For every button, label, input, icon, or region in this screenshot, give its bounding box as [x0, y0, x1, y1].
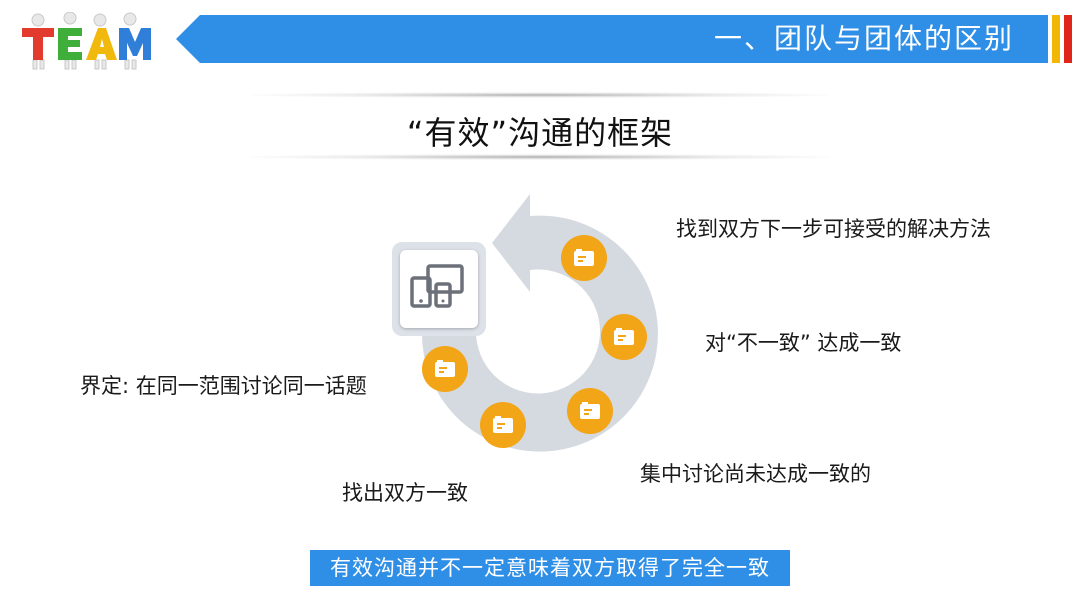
step-dot-find-common	[480, 402, 526, 448]
label-next-step: 找到双方下一步可接受的解决方法	[676, 217, 991, 241]
section-title: 一、团队与团体的区别	[713, 22, 1014, 55]
label-agree-disagree: 对“不一致” 达成一致	[705, 331, 902, 355]
center-devices-box	[392, 242, 486, 336]
card-icon	[574, 249, 594, 266]
team-logo-icon	[22, 12, 151, 70]
team-logo	[18, 12, 156, 70]
accent-bar-red	[1064, 15, 1072, 63]
step-dot-agree-disagree	[601, 314, 647, 360]
label-define: 界定: 在同一范围讨论同一话题	[80, 374, 367, 398]
label-focus-disagree: 集中讨论尚未达成一致的	[640, 462, 871, 486]
section-header-banner: 一、团队与团体的区别	[176, 15, 1048, 63]
devices-icon	[410, 264, 464, 308]
title-shade-bottom	[250, 154, 830, 160]
slide-title: “有效”沟通的框架	[406, 114, 674, 152]
card-icon	[614, 328, 634, 345]
card-icon	[493, 416, 513, 433]
step-dot-focus-disagree	[567, 388, 613, 434]
step-dot-define	[422, 346, 468, 392]
footer-note-banner: 有效沟通并不一定意味着双方取得了完全一致	[310, 550, 790, 586]
step-dot-next-step	[561, 235, 607, 281]
accent-bar-yellow	[1052, 15, 1060, 63]
title-shade-top	[250, 92, 830, 98]
card-icon	[580, 402, 600, 419]
label-find-common: 找出双方一致	[342, 481, 468, 505]
card-icon	[435, 360, 455, 377]
